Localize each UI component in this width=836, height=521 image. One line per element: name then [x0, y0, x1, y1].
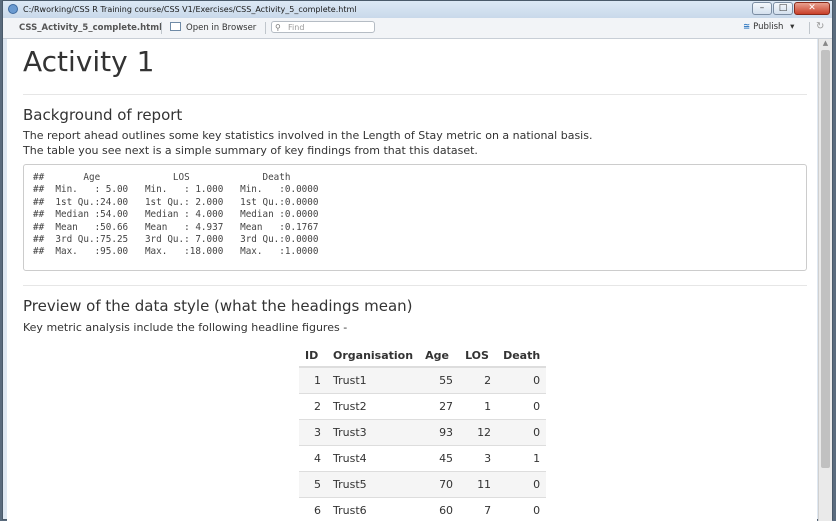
viewer-toolbar: CSS_Activity_5_complete.html Open in Bro…	[3, 18, 832, 39]
chevron-down-icon: ▾	[790, 22, 794, 32]
table-row: 2 Trust2 27 1 0	[299, 394, 546, 420]
divider	[23, 285, 807, 286]
cell-death: 0	[497, 367, 546, 394]
publish-label: Publish	[753, 22, 783, 32]
scroll-up-icon[interactable]: ▲	[819, 39, 832, 49]
table-row: 3 Trust3 93 12 0	[299, 420, 546, 446]
table-row: 6 Trust6 60 7 0	[299, 498, 546, 521]
cell-organisation: Trust3	[327, 420, 419, 446]
file-name: CSS_Activity_5_complete.html	[19, 23, 162, 33]
cell-id: 2	[299, 394, 327, 420]
cell-organisation: Trust4	[327, 446, 419, 472]
toolbar-divider	[265, 22, 266, 34]
window-title: C:/Rworking/CSS R Training course/CSS V1…	[23, 5, 356, 14]
cell-age: 27	[419, 394, 459, 420]
preview-intro: Key metric analysis include the followin…	[23, 320, 347, 335]
cell-los: 1	[459, 394, 497, 420]
cell-death: 0	[497, 420, 546, 446]
document-content: Activity 1 Background of report The repo…	[7, 39, 817, 521]
cell-los: 2	[459, 367, 497, 394]
cell-los: 7	[459, 498, 497, 521]
cell-death: 0	[497, 472, 546, 498]
background-line-1: The report ahead outlines some key stati…	[23, 128, 592, 143]
cell-age: 93	[419, 420, 459, 446]
cell-death: 1	[497, 446, 546, 472]
table-row: 4 Trust4 45 3 1	[299, 446, 546, 472]
cell-id: 6	[299, 498, 327, 521]
close-button[interactable]: ✕	[794, 2, 830, 15]
cell-organisation: Trust2	[327, 394, 419, 420]
column-header-organisation: Organisation	[327, 344, 419, 367]
cell-death: 0	[497, 394, 546, 420]
cell-organisation: Trust6	[327, 498, 419, 521]
data-preview-table: ID Organisation Age LOS Death 1 Trust1 5…	[299, 344, 546, 521]
cell-id: 5	[299, 472, 327, 498]
search-icon: ⚲	[275, 22, 281, 33]
find-placeholder: Find	[288, 23, 304, 32]
cell-id: 4	[299, 446, 327, 472]
background-line-2: The table you see next is a simple summa…	[23, 143, 478, 158]
cell-age: 60	[419, 498, 459, 521]
cell-organisation: Trust1	[327, 367, 419, 394]
publish-button[interactable]: ≅Publish ▾	[743, 22, 794, 32]
cell-los: 11	[459, 472, 497, 498]
scrollbar-thumb[interactable]	[821, 50, 830, 468]
column-header-death: Death	[497, 344, 546, 367]
cell-id: 1	[299, 367, 327, 394]
app-icon	[8, 4, 18, 14]
section-heading-background: Background of report	[23, 106, 182, 124]
table-row: 5 Trust5 70 11 0	[299, 472, 546, 498]
cell-id: 3	[299, 420, 327, 446]
cell-organisation: Trust5	[327, 472, 419, 498]
cell-age: 45	[419, 446, 459, 472]
page-title: Activity 1	[23, 45, 154, 78]
open-in-browser-label: Open in Browser	[186, 23, 256, 33]
title-bar: C:/Rworking/CSS R Training course/CSS V1…	[3, 1, 832, 18]
column-header-id: ID	[299, 344, 327, 367]
divider	[23, 94, 807, 95]
section-heading-preview: Preview of the data style (what the head…	[23, 297, 413, 315]
table-row: 1 Trust1 55 2 0	[299, 367, 546, 394]
cell-los: 12	[459, 420, 497, 446]
toolbar-divider	[809, 22, 810, 34]
summary-output-text: ## Age LOS Death ## Min. : 5.00 Min. : 1…	[24, 165, 806, 259]
column-header-los: LOS	[459, 344, 497, 367]
cell-age: 55	[419, 367, 459, 394]
refresh-icon[interactable]: ↻	[816, 21, 824, 32]
find-input[interactable]: ⚲ Find	[271, 21, 375, 33]
cell-age: 70	[419, 472, 459, 498]
summary-output-block: ## Age LOS Death ## Min. : 5.00 Min. : 1…	[23, 164, 807, 271]
minimize-button[interactable]: –	[752, 2, 772, 15]
viewer-window: C:/Rworking/CSS R Training course/CSS V1…	[2, 0, 833, 520]
publish-icon: ≅	[743, 22, 750, 32]
toolbar-divider	[161, 22, 162, 34]
vertical-scrollbar[interactable]: ▲	[818, 39, 832, 521]
open-in-browser-button[interactable]: Open in Browser	[170, 22, 256, 33]
cell-death: 0	[497, 498, 546, 521]
maximize-button[interactable]: □	[773, 2, 793, 15]
table-header-row: ID Organisation Age LOS Death	[299, 344, 546, 367]
cell-los: 3	[459, 446, 497, 472]
browser-icon	[170, 22, 181, 31]
column-header-age: Age	[419, 344, 459, 367]
